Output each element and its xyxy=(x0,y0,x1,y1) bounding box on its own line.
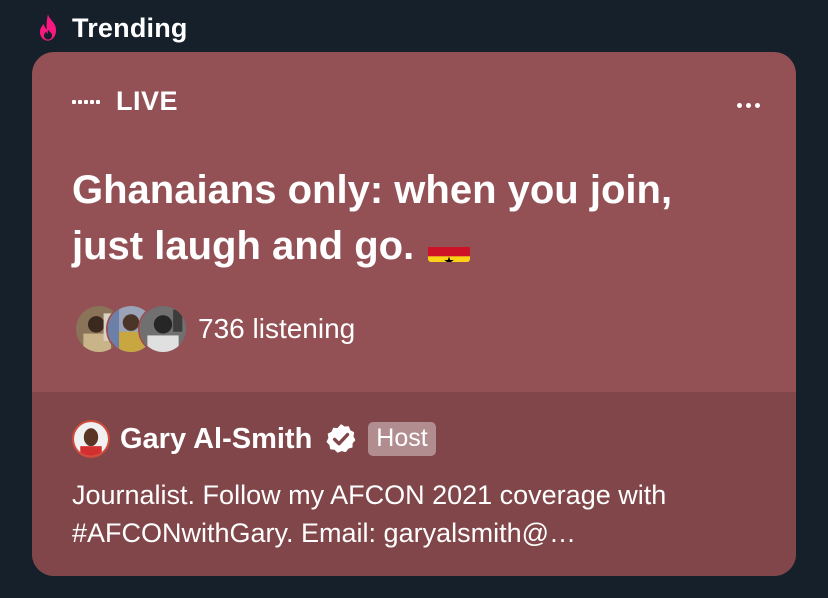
space-title-text: Ghanaians only: when you join, just laug… xyxy=(72,168,673,268)
live-audio-icon xyxy=(72,99,100,104)
listener-count: 736 listening xyxy=(198,313,356,344)
section-title: Trending xyxy=(72,12,188,43)
host-role-badge: Host xyxy=(368,422,436,456)
host-section[interactable]: Gary Al-Smith Host Journalist. Follow my… xyxy=(32,392,796,576)
ghana-flag-icon xyxy=(428,234,471,262)
host-row[interactable]: Gary Al-Smith Host xyxy=(72,420,436,458)
space-card-main[interactable]: LIVE Ghanaians only: when you join, just… xyxy=(32,52,796,392)
listeners-row[interactable]: 736 listening xyxy=(74,304,355,354)
more-options-button[interactable] xyxy=(728,90,768,120)
trending-header: Trending xyxy=(34,10,188,46)
host-name[interactable]: Gary Al-Smith xyxy=(120,423,312,456)
fire-icon xyxy=(39,14,57,41)
space-title: Ghanaians only: when you join, just laug… xyxy=(72,162,752,274)
host-bio: Journalist. Follow my AFCON 2021 coverag… xyxy=(72,480,667,548)
listener-avatars xyxy=(74,304,188,354)
listener-avatar xyxy=(138,304,188,354)
host-avatar[interactable] xyxy=(72,420,110,458)
verified-badge-icon xyxy=(326,424,356,453)
more-options-icon xyxy=(736,102,742,108)
live-indicator: LIVE xyxy=(72,86,178,117)
space-card[interactable]: LIVE Ghanaians only: when you join, just… xyxy=(32,52,796,576)
live-label: LIVE xyxy=(116,86,179,116)
